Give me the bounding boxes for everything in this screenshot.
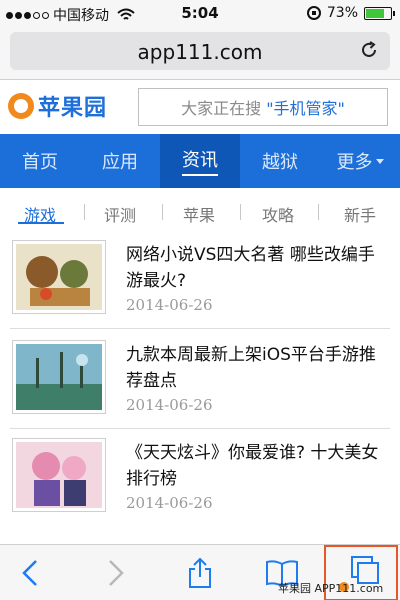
tab-separator (162, 204, 163, 220)
share-button[interactable] (182, 555, 218, 591)
forward-icon (109, 560, 124, 586)
article-thumbnail[interactable] (12, 240, 106, 314)
back-icon (22, 560, 37, 586)
thumbnail-image (16, 244, 102, 310)
search-term: "手机管家" (266, 99, 345, 118)
battery-percent: 73% (326, 5, 358, 21)
nav-label: 更多 (336, 152, 373, 173)
forward-button[interactable] (98, 555, 134, 591)
tab-separator (318, 204, 319, 220)
nav-item-apps[interactable]: 应用 (80, 134, 160, 188)
status-right: 73% (306, 5, 395, 21)
article-date: 2014-06-26 (126, 296, 213, 314)
list-divider (10, 428, 390, 429)
status-bar: 中国移动 5:04 73% (0, 0, 400, 26)
article-thumbnail[interactable] (12, 438, 106, 512)
article-date: 2014-06-26 (126, 494, 213, 512)
subtab-guides[interactable]: 攻略 (262, 202, 294, 226)
browser-address-area: app111.com (0, 26, 400, 80)
list-divider (10, 328, 390, 329)
nav-item-more[interactable]: 更多 (320, 134, 400, 188)
tab-separator (240, 204, 241, 220)
list-item[interactable]: 九款本周最新上架iOS平台手游推荐盘点 2014-06-26 (10, 340, 390, 434)
article-title[interactable]: 网络小说VS四大名著 哪些改编手游最火? (126, 242, 388, 294)
search-prefix: 大家正在搜 (181, 99, 262, 118)
nav-label: 越狱 (262, 152, 298, 173)
main-nav: 首页 应用 资讯 越狱 更多 (0, 134, 400, 188)
logo-icon (8, 93, 34, 119)
nav-item-news[interactable]: 资讯 (160, 134, 240, 188)
subtab-beginners[interactable]: 新手 (344, 202, 376, 226)
thumbnail-image (16, 344, 102, 410)
tab-separator (84, 204, 85, 220)
watermark-text: 苹果园 APP111.com (278, 582, 384, 595)
nav-item-jailbreak[interactable]: 越狱 (240, 134, 320, 188)
nav-label: 首页 (22, 152, 58, 173)
thumbnail-image (16, 442, 102, 508)
nav-label: 应用 (102, 152, 138, 173)
subtab-apple[interactable]: 苹果 (183, 202, 215, 226)
sub-tabs: 游戏 评测 苹果 攻略 新手 (0, 188, 400, 236)
article-thumbnail[interactable] (12, 340, 106, 414)
active-tab-underline (18, 222, 64, 224)
list-item[interactable]: 网络小说VS四大名著 哪些改编手游最火? 2014-06-26 (10, 240, 390, 334)
back-button[interactable] (12, 555, 48, 591)
site-logo[interactable]: 苹果园 (8, 90, 107, 122)
battery-icon (364, 6, 395, 20)
subtab-reviews[interactable]: 评测 (104, 202, 136, 226)
share-icon (189, 557, 211, 588)
site-header: 苹果园 大家正在搜 "手机管家" (0, 80, 400, 134)
article-title[interactable]: 九款本周最新上架iOS平台手游推荐盘点 (126, 342, 388, 394)
article-date: 2014-06-26 (126, 396, 213, 414)
nav-label: 资讯 (182, 146, 218, 176)
logo-text: 苹果园 (38, 96, 108, 121)
list-item[interactable]: 《天天炫斗》你最爱谁? 十大美女排行榜 2014-06-26 (10, 438, 390, 532)
article-title[interactable]: 《天天炫斗》你最爱谁? 十大美女排行榜 (126, 440, 388, 492)
rotation-lock-icon (306, 6, 321, 20)
address-bar[interactable]: app111.com (10, 32, 390, 70)
nav-item-home[interactable]: 首页 (0, 134, 80, 188)
chevron-down-icon (375, 158, 384, 164)
reload-icon[interactable] (360, 41, 378, 59)
search-input[interactable]: 大家正在搜 "手机管家" (138, 88, 388, 126)
url-text[interactable]: app111.com (10, 40, 390, 64)
